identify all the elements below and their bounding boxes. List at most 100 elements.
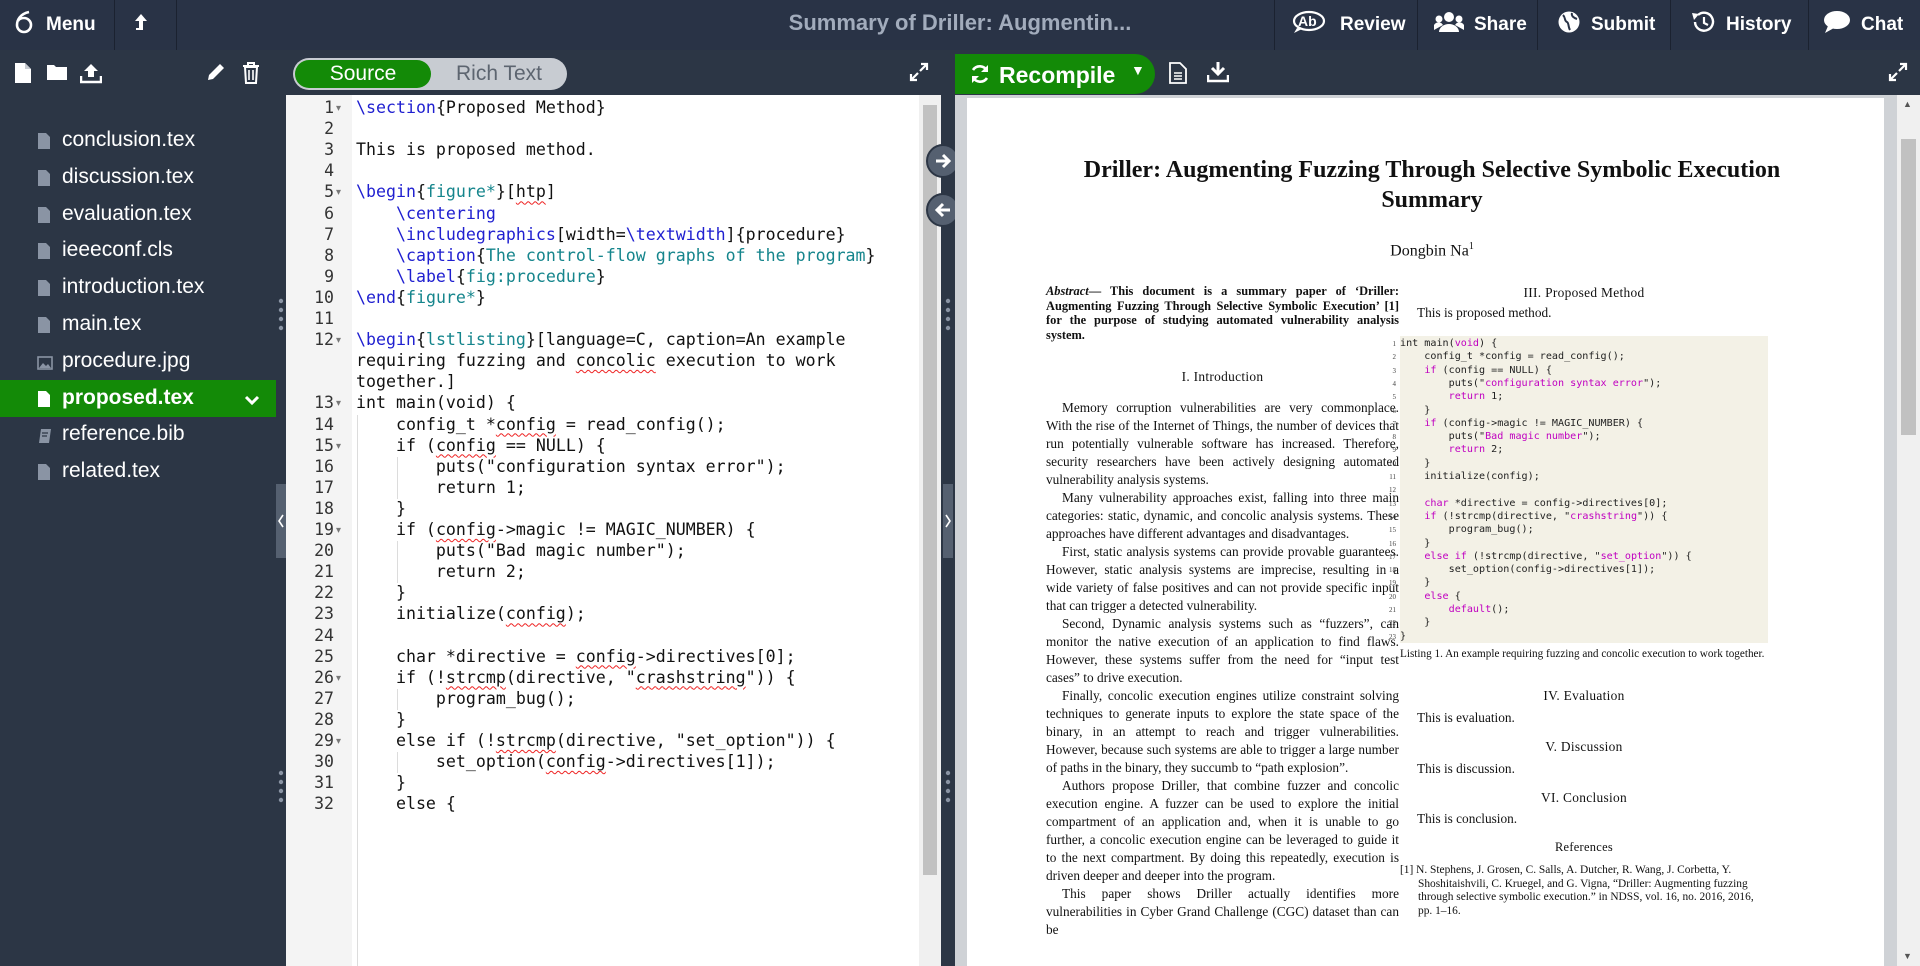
pdf-viewer[interactable]: Driller: Augmenting Fuzzing Through Sele… <box>955 95 1920 966</box>
line-number[interactable]: 21 <box>286 562 334 581</box>
line-number[interactable]: 19 <box>286 520 334 539</box>
file-item[interactable]: related.tex <box>0 453 276 490</box>
file-item[interactable]: conclusion.tex <box>0 122 276 159</box>
project-title[interactable]: Summary of Driller: Augmentin... <box>600 0 1320 50</box>
submit-button[interactable]: Submit <box>1557 0 1655 50</box>
code-line[interactable]: \includegraphics[width=\textwidth]{proce… <box>356 225 846 244</box>
line-number[interactable]: 20 <box>286 541 334 560</box>
code-line[interactable]: program_bug(); <box>356 689 576 708</box>
code-line[interactable]: \caption{The control-flow graphs of the … <box>356 246 876 265</box>
expand-editor-icon[interactable] <box>909 62 929 87</box>
file-item[interactable]: discussion.tex <box>0 159 276 196</box>
line-number[interactable]: 11 <box>286 309 334 328</box>
code-line[interactable]: if (config == NULL) { <box>356 436 606 455</box>
line-number[interactable]: 18 <box>286 499 334 518</box>
line-number[interactable]: 25 <box>286 647 334 666</box>
new-file-icon[interactable] <box>14 62 32 89</box>
code-line[interactable]: } <box>356 499 406 518</box>
line-number[interactable]: 4 <box>286 161 334 180</box>
code-line[interactable]: \section{Proposed Method} <box>356 98 606 117</box>
file-item[interactable]: introduction.tex <box>0 269 276 306</box>
line-number[interactable]: 14 <box>286 415 334 434</box>
code-editor[interactable]: 1 ▾ 2 3 4 5 ▾ 6 7 8 9 10 11 12 ▾ 13 ▾ 14 15 ▾ 16 17 18 19 ▾ 20 21 2… <box>286 95 941 966</box>
scroll-down-arrow-icon[interactable]: ▼ <box>1903 951 1912 961</box>
code-line[interactable]: together.] <box>356 372 456 391</box>
line-number[interactable]: 29 <box>286 731 334 750</box>
line-number[interactable]: 31 <box>286 773 334 792</box>
line-number[interactable]: 22 <box>286 583 334 602</box>
code-line[interactable]: int main(void) { <box>356 393 516 412</box>
file-item[interactable]: proposed.tex <box>0 379 276 417</box>
fold-toggle-icon[interactable]: ▾ <box>336 398 346 409</box>
share-button[interactable]: Share <box>1433 0 1527 50</box>
file-item[interactable]: evaluation.tex <box>0 196 276 233</box>
line-number[interactable]: 5 <box>286 182 334 201</box>
code-line[interactable]: else if (!strcmp(directive, "set_option"… <box>356 731 836 750</box>
line-number[interactable]: 24 <box>286 626 334 645</box>
line-number[interactable]: 2 <box>286 119 334 138</box>
source-mode-button[interactable]: Source <box>295 60 431 88</box>
code-line[interactable]: \begin{lstlisting}[language=C, caption=A… <box>356 330 846 349</box>
code-line[interactable]: return 1; <box>356 478 526 497</box>
code-line[interactable]: if (config->magic != MAGIC_NUMBER) { <box>356 520 756 539</box>
editor-pdf-splitter[interactable] <box>941 50 955 966</box>
line-number[interactable]: 32 <box>286 794 334 813</box>
new-folder-icon[interactable] <box>46 62 68 87</box>
code-line[interactable]: initialize(config); <box>356 604 586 623</box>
menu-button[interactable]: Menu <box>14 0 96 50</box>
line-number[interactable]: 27 <box>286 689 334 708</box>
code-line[interactable]: } <box>356 773 406 792</box>
line-number[interactable]: 10 <box>286 288 334 307</box>
recompile-button[interactable]: Recompile ▼ <box>955 54 1155 94</box>
fold-toggle-icon[interactable]: ▾ <box>336 525 346 536</box>
fold-toggle-icon[interactable]: ▾ <box>336 736 346 747</box>
file-item[interactable]: procedure.jpg <box>0 343 276 380</box>
line-number[interactable]: 23 <box>286 604 334 623</box>
code-line[interactable]: if (!strcmp(directive, "crashstring")) { <box>356 668 796 687</box>
back-to-projects-button[interactable] <box>133 0 149 50</box>
code-line[interactable]: set_option(config->directives[1]); <box>356 752 776 771</box>
code-line[interactable]: config_t *config = read_config(); <box>356 415 726 434</box>
fold-toggle-icon[interactable]: ▾ <box>336 673 346 684</box>
line-number[interactable]: 28 <box>286 710 334 729</box>
code-line[interactable]: } <box>356 583 406 602</box>
code-line[interactable]: \centering <box>356 204 496 223</box>
review-button[interactable]: Ab Review <box>1292 0 1405 50</box>
fold-toggle-icon[interactable]: ▾ <box>336 103 346 114</box>
code-line[interactable]: } <box>356 710 406 729</box>
code-line[interactable]: char *directive = config->directives[0]; <box>356 647 796 666</box>
line-number[interactable]: 8 <box>286 246 334 265</box>
chat-button[interactable]: Chat <box>1823 0 1903 50</box>
collapse-pdf-toggle[interactable] <box>943 484 953 558</box>
line-number[interactable]: 1 <box>286 98 334 117</box>
delete-trash-icon[interactable] <box>242 62 260 89</box>
fold-toggle-icon[interactable]: ▾ <box>336 335 346 346</box>
expand-pdf-icon[interactable] <box>1888 62 1908 87</box>
line-number[interactable]: 6 <box>286 204 334 223</box>
pdf-scrollbar-thumb[interactable] <box>1901 139 1916 435</box>
line-number[interactable]: 3 <box>286 140 334 159</box>
line-number[interactable]: 12 <box>286 330 334 349</box>
rich-text-mode-button[interactable]: Rich Text <box>433 60 565 88</box>
line-number[interactable]: 30 <box>286 752 334 771</box>
code-line[interactable]: puts("configuration syntax error"); <box>356 457 786 476</box>
sidebar-resize-handle[interactable] <box>276 50 286 966</box>
code-line[interactable]: requiring fuzzing and concolic execution… <box>356 351 836 370</box>
line-number[interactable]: 16 <box>286 457 334 476</box>
code-line[interactable]: \begin{figure*}[htp] <box>356 182 556 201</box>
line-number[interactable]: 9 <box>286 267 334 286</box>
code-line[interactable]: puts("Bad magic number"); <box>356 541 686 560</box>
recompile-options-caret-icon[interactable]: ▼ <box>1131 62 1145 78</box>
history-button[interactable]: History <box>1690 0 1791 50</box>
fold-toggle-icon[interactable]: ▾ <box>336 187 346 198</box>
code-line[interactable]: This is proposed method. <box>356 140 596 159</box>
file-item[interactable]: main.tex <box>0 306 276 343</box>
file-options-chevron-icon[interactable] <box>244 390 260 414</box>
rename-pencil-icon[interactable] <box>206 62 226 87</box>
file-item[interactable]: ieeeconf.cls <box>0 232 276 269</box>
line-number[interactable]: 26 <box>286 668 334 687</box>
code-line[interactable]: return 2; <box>356 562 526 581</box>
download-pdf-icon[interactable] <box>1206 61 1230 88</box>
collapse-sidebar-toggle[interactable] <box>276 484 286 558</box>
line-number[interactable]: 13 <box>286 393 334 412</box>
